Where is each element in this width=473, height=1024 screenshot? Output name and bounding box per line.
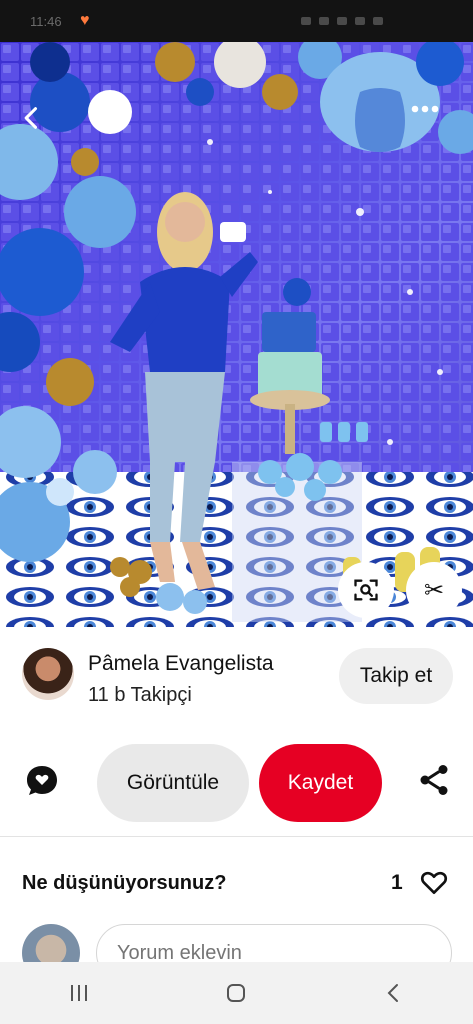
comment-icon <box>27 766 57 795</box>
visual-search-icon <box>354 579 378 601</box>
follow-button[interactable]: Takip et <box>339 648 453 704</box>
home-icon <box>227 984 246 1002</box>
more-options-icon <box>411 105 439 113</box>
back-nav-icon <box>387 984 399 1002</box>
share-icon <box>420 765 448 795</box>
recent-apps-icon <box>70 985 87 1001</box>
status-icons <box>293 12 453 28</box>
more-options-button[interactable] <box>411 104 455 148</box>
pin-photo-illustration <box>0 42 473 627</box>
heart-icon <box>420 871 448 894</box>
author-followers: 11 b Takipçi <box>88 684 192 706</box>
system-nav-bar <box>0 962 473 1024</box>
status-time: 11:46 <box>30 14 62 29</box>
recent-apps-button[interactable] <box>49 973 109 1013</box>
scissors-icon: ✂ <box>423 576 445 604</box>
pin-detail-screen: 11:46 ♥ ✂ Pâmela Evangelista 11 b Takipç… <box>0 0 473 1024</box>
visual-search-button[interactable] <box>338 562 394 618</box>
status-bar: 11:46 ♥ <box>0 0 473 42</box>
author-row: Pâmela Evangelista 11 b Takipçi Takip et <box>0 640 473 720</box>
divider <box>0 836 473 837</box>
reaction-count: 1 <box>391 871 403 894</box>
back-button[interactable] <box>18 104 62 148</box>
view-button[interactable]: Görüntüle <box>97 744 249 822</box>
notification-heart-icon: ♥ <box>80 12 90 29</box>
back-nav-button[interactable] <box>364 973 424 1013</box>
scissors-button[interactable]: ✂ <box>406 562 462 618</box>
comment-button[interactable] <box>22 760 62 800</box>
react-button[interactable] <box>418 866 450 898</box>
pin-image[interactable] <box>0 42 473 627</box>
comments-title: Ne düşünüyorsunuz? <box>22 872 227 894</box>
back-arrow-icon <box>24 107 38 129</box>
author-avatar[interactable] <box>22 648 74 700</box>
save-button[interactable]: Kaydet <box>259 744 382 822</box>
author-name[interactable]: Pâmela Evangelista <box>88 652 274 676</box>
action-row: Görüntüle Kaydet <box>0 742 473 824</box>
share-button[interactable] <box>416 762 452 798</box>
home-button[interactable] <box>206 973 266 1013</box>
